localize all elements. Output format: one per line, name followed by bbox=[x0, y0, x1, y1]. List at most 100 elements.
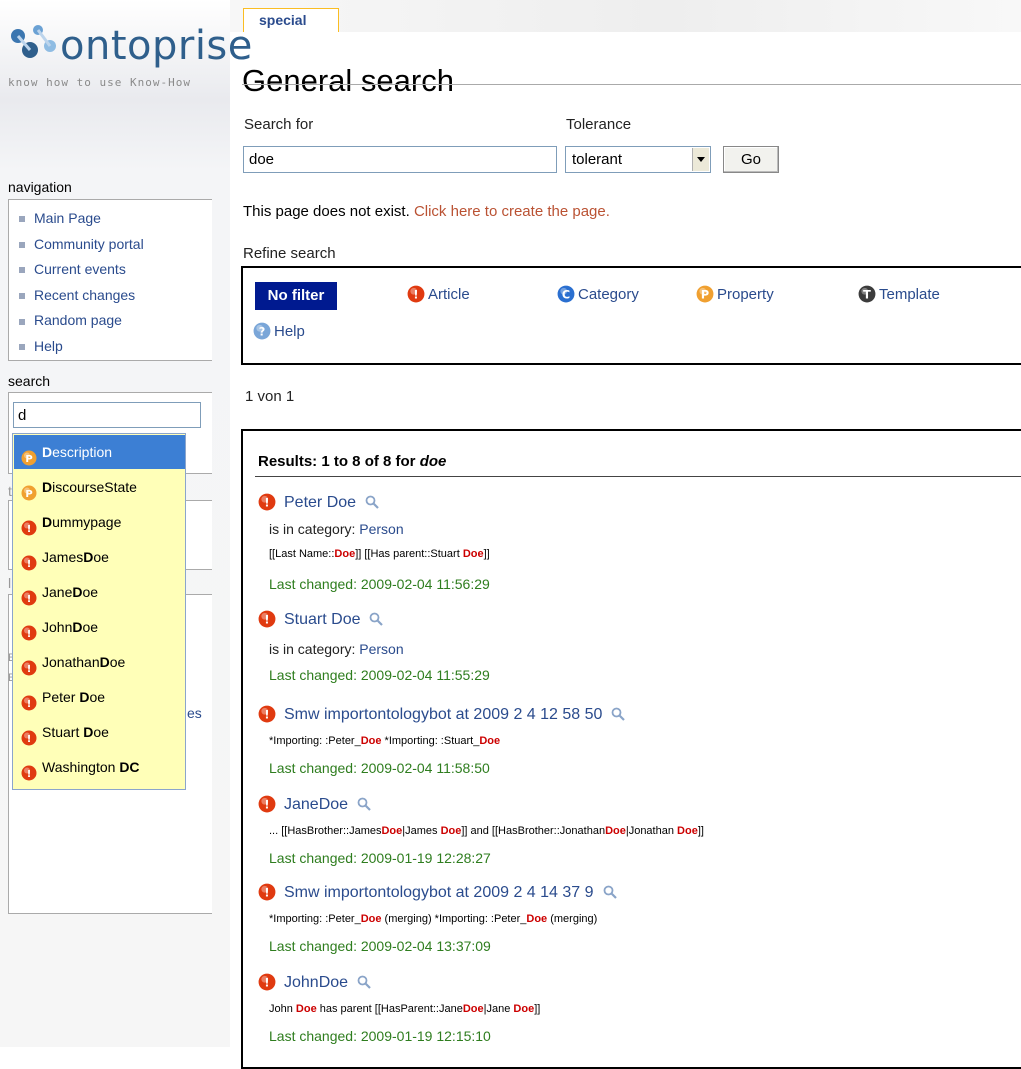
snippet-text: ]] and [[HasBrother::Jonathan bbox=[461, 825, 606, 837]
filter-template[interactable]: T Template bbox=[858, 285, 940, 309]
ontoprise-logo-mark bbox=[11, 25, 56, 58]
results-heading: Results: 1 to 8 of 8 for doe bbox=[258, 453, 446, 470]
result-last-changed: Last changed: 2009-01-19 12:28:27 bbox=[269, 850, 491, 866]
site-logo[interactable]: ontoprise know how to use Know-How bbox=[6, 18, 252, 98]
snippet-text: [[Last Name:: bbox=[269, 548, 335, 560]
svg-text:!: ! bbox=[27, 559, 32, 570]
result-snippet: John Doe has parent [[HasParent::JaneDoe… bbox=[269, 1003, 540, 1015]
snippet-highlight: Doe bbox=[513, 1003, 535, 1015]
snippet-highlight: Doe bbox=[295, 1003, 317, 1015]
result-title-link[interactable]: Smw importontologybot at 2009 2 4 14 37 … bbox=[284, 884, 594, 901]
category-label: is in category: bbox=[269, 641, 360, 657]
suggestion-item[interactable]: ! JohnDoe bbox=[14, 610, 185, 644]
result-title[interactable]: ! Peter Doe bbox=[258, 492, 379, 518]
snippet-highlight: Doe bbox=[334, 548, 356, 560]
filter-article[interactable]: ! Article bbox=[407, 285, 470, 309]
navigation-title: navigation bbox=[8, 179, 72, 195]
category-link[interactable]: Person bbox=[359, 641, 403, 657]
svg-text:!: ! bbox=[413, 289, 418, 302]
sidebar-item-label[interactable]: Recent changes bbox=[34, 287, 135, 303]
sidebar-item-random-page[interactable]: Random page bbox=[19, 308, 212, 334]
suggestion-item[interactable]: P Description bbox=[14, 435, 185, 469]
suggestion-item[interactable]: ! JamesDoe bbox=[14, 540, 185, 574]
svg-text:!: ! bbox=[27, 629, 32, 640]
category-link[interactable]: Person bbox=[359, 521, 403, 537]
svg-text:T: T bbox=[863, 289, 871, 302]
svg-text:!: ! bbox=[264, 887, 269, 900]
search-for-input[interactable] bbox=[243, 146, 557, 173]
filter-help[interactable]: ? Help bbox=[253, 322, 305, 346]
suggestion-text: James bbox=[42, 549, 84, 565]
magnifier-icon[interactable] bbox=[369, 611, 384, 633]
suggestion-match: DC bbox=[119, 759, 140, 775]
magnifier-icon[interactable] bbox=[611, 706, 626, 728]
tab-special[interactable]: special bbox=[243, 8, 339, 32]
svg-text:P: P bbox=[25, 454, 32, 465]
sidebar-item-help[interactable]: Help bbox=[19, 334, 212, 360]
snippet-text: John bbox=[269, 1003, 296, 1015]
result-title[interactable]: ! JohnDoe bbox=[258, 972, 371, 998]
magnifier-icon[interactable] bbox=[365, 494, 379, 516]
svg-text:!: ! bbox=[27, 524, 32, 535]
filter-property[interactable]: P Property bbox=[696, 285, 774, 309]
result-title-link[interactable]: Peter Doe bbox=[284, 494, 356, 511]
snippet-highlight: Doe bbox=[526, 913, 548, 925]
help-icon: ? bbox=[253, 322, 271, 346]
notice-text: This page does not exist. bbox=[243, 203, 414, 220]
no-filter-button[interactable]: No filter bbox=[255, 282, 337, 310]
navigation-list: Main Page Community portal Current events R… bbox=[9, 200, 212, 360]
suggestion-item[interactable]: ! Stuart Doe bbox=[14, 715, 185, 749]
magnifier-icon[interactable] bbox=[603, 884, 617, 906]
article-icon: ! bbox=[258, 705, 276, 730]
suggestion-item[interactable]: ! JaneDoe bbox=[14, 575, 185, 609]
suggestion-text: Peter bbox=[42, 689, 80, 705]
result-title[interactable]: ! Stuart Doe bbox=[258, 609, 384, 635]
create-page-link[interactable]: Click here to create the page. bbox=[414, 203, 610, 220]
suggestion-item[interactable]: ! JonathanDoe bbox=[14, 645, 185, 679]
logo-wordmark: ontoprise bbox=[60, 23, 253, 69]
chevron-down-icon[interactable] bbox=[692, 148, 709, 171]
sidebar-item-recent-changes[interactable]: Recent changes bbox=[19, 283, 212, 309]
suggestion-item[interactable]: ! Washington DC bbox=[14, 750, 185, 784]
result-title[interactable]: ! Smw importontologybot at 2009 2 4 12 58… bbox=[258, 704, 626, 730]
svg-text:?: ? bbox=[259, 326, 266, 339]
sidebar-item-label[interactable]: Random page bbox=[34, 312, 122, 328]
result-title[interactable]: ! Smw importontologybot at 2009 2 4 14 37… bbox=[258, 882, 617, 908]
magnifier-icon[interactable] bbox=[357, 796, 371, 818]
tolerance-select[interactable]: tolerant bbox=[565, 146, 711, 173]
suggestion-match: D bbox=[83, 724, 94, 740]
category-icon: C bbox=[557, 285, 575, 309]
suggestion-text: oe bbox=[93, 549, 109, 565]
suggestion-item[interactable]: ! Dummypage bbox=[14, 505, 185, 539]
suggestion-item[interactable]: P DiscourseState bbox=[14, 470, 185, 504]
sidebar-item-label[interactable]: Community portal bbox=[34, 236, 144, 252]
result-title-link[interactable]: JohnDoe bbox=[284, 974, 348, 991]
magnifier-icon[interactable] bbox=[357, 974, 371, 996]
result-title-link[interactable]: Smw importontologybot at 2009 2 4 12 58 … bbox=[284, 706, 602, 723]
suggestion-item[interactable]: ! Peter Doe bbox=[14, 680, 185, 714]
suggestion-match: D bbox=[99, 654, 110, 670]
sidebar-item-label[interactable]: Main Page bbox=[34, 210, 101, 226]
snippet-text: (merging) *Importing: :Peter_ bbox=[381, 913, 527, 925]
snippet-highlight: Doe bbox=[360, 913, 382, 925]
svg-text:!: ! bbox=[27, 699, 32, 710]
filter-label: Property bbox=[717, 286, 774, 303]
sidebar-item-label[interactable]: Help bbox=[34, 338, 63, 354]
result-title-link[interactable]: JaneDoe bbox=[284, 796, 348, 813]
snippet-text: (merging) bbox=[547, 913, 598, 925]
sidebar-search-input[interactable] bbox=[13, 402, 201, 428]
go-button[interactable]: Go bbox=[723, 146, 779, 173]
refine-search-title: Refine search bbox=[243, 245, 336, 262]
result-category: is in category: Person bbox=[269, 521, 404, 537]
sidebar-item-label[interactable]: Current events bbox=[34, 261, 126, 277]
suggestion-match: D bbox=[42, 444, 53, 460]
filter-category[interactable]: C Category bbox=[557, 285, 639, 309]
result-title-link[interactable]: Stuart Doe bbox=[284, 611, 360, 628]
snippet-text: ]] bbox=[697, 825, 704, 837]
snippet-text: *Importing: :Peter_ bbox=[269, 913, 361, 925]
sidebar-item-current-events[interactable]: Current events bbox=[19, 257, 212, 283]
article-icon: ! bbox=[258, 493, 276, 518]
sidebar-item-community-portal[interactable]: Community portal bbox=[19, 232, 212, 258]
sidebar-item-main-page[interactable]: Main Page bbox=[19, 206, 212, 232]
result-title[interactable]: ! JaneDoe bbox=[258, 794, 371, 820]
